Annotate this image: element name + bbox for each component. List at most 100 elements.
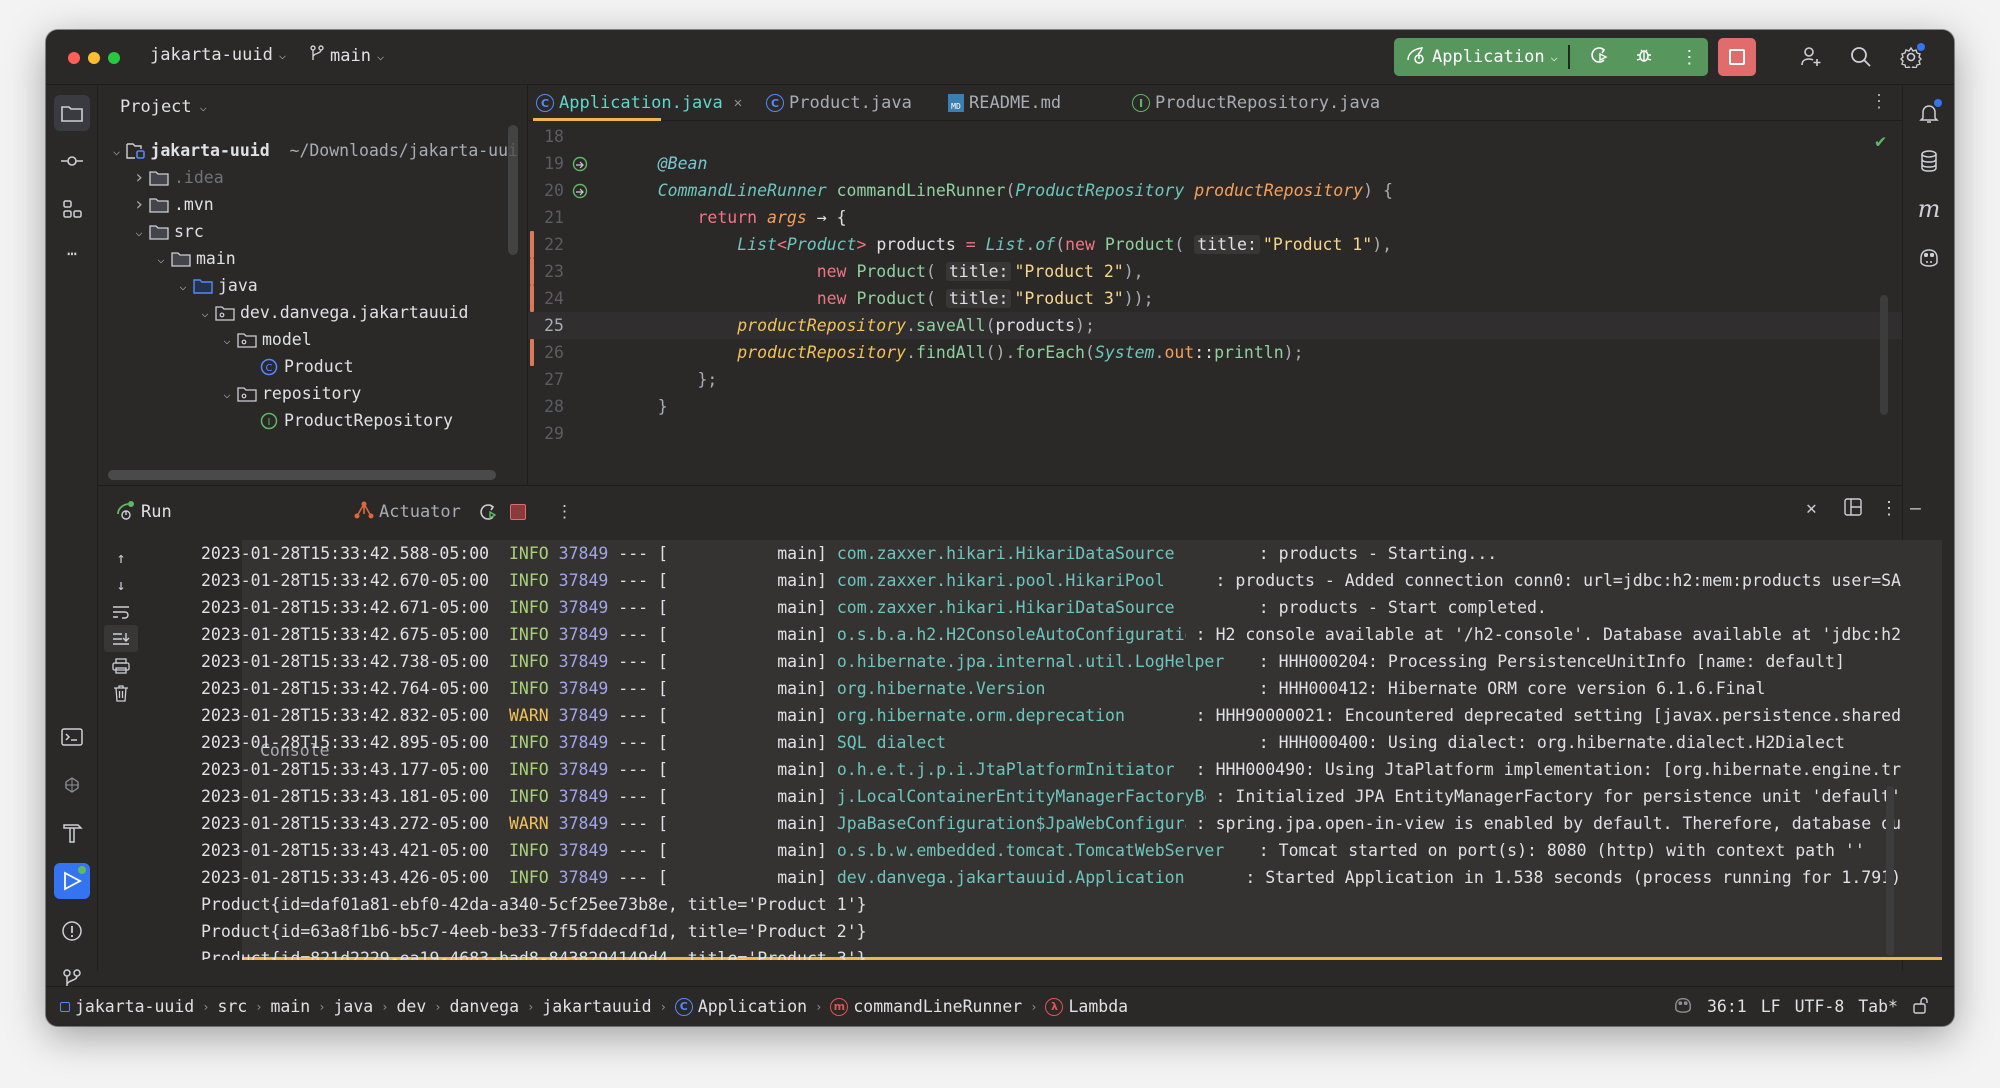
more-actions-button[interactable]: ⋮ <box>1671 47 1708 68</box>
lock-open-icon[interactable] <box>1912 996 1930 1018</box>
close-window-button[interactable] <box>68 52 80 64</box>
run-config-selector[interactable]: Application ⌵ <box>1394 46 1558 69</box>
stop-button[interactable] <box>510 486 526 538</box>
tab-actuator[interactable]: Actuator <box>354 486 461 538</box>
breadcrumb-item[interactable]: C Application <box>674 997 807 1016</box>
code-line[interactable]: 27 }; <box>528 366 1902 393</box>
breadcrumb-item[interactable]: danvega <box>450 997 520 1016</box>
code-line[interactable] <box>528 447 1902 457</box>
scroll-down-button[interactable]: ↓ <box>98 571 144 598</box>
database-tool-button[interactable] <box>1911 143 1947 179</box>
minimize-panel-button[interactable]: — <box>1910 498 1921 519</box>
code-line[interactable]: 20 CommandLineRunner commandLineRunner(P… <box>528 177 1902 204</box>
breadcrumb-item[interactable]: dev <box>396 997 426 1016</box>
change-marker[interactable] <box>530 258 534 285</box>
services-tool-button[interactable] <box>54 767 90 803</box>
copilot-tool-button[interactable] <box>1911 239 1947 275</box>
tab-product-java[interactable]: C Product.java <box>766 93 912 113</box>
run-tool-button[interactable] <box>54 863 90 899</box>
editor-scrollbar[interactable] <box>1880 295 1888 415</box>
add-user-button[interactable] <box>1796 42 1826 72</box>
stop-button[interactable] <box>1718 38 1756 76</box>
tree-item[interactable]: › .mvn <box>98 191 518 218</box>
chevron-right-icon[interactable]: › <box>130 167 148 188</box>
code-line[interactable]: 23 new Product( title: "Product 2"), <box>528 258 1902 285</box>
chevron-down-icon[interactable]: ⌵ <box>130 225 148 239</box>
more-tools-button[interactable]: ⋯ <box>54 235 90 271</box>
tree-item[interactable]: ⌵ java <box>98 272 518 299</box>
code-line[interactable]: 18 <box>528 123 1902 150</box>
settings-button[interactable] <box>1896 42 1926 72</box>
tree-item[interactable]: ⌵ main <box>98 245 518 272</box>
code-line[interactable]: 29 <box>528 420 1902 447</box>
code-line[interactable]: 26 productRepository.findAll().forEach(S… <box>528 339 1902 366</box>
copilot-status-icon[interactable] <box>1673 996 1693 1018</box>
chevron-down-icon[interactable]: ⌵ <box>174 279 192 293</box>
tree-item[interactable]: I ProductRepository <box>98 407 518 434</box>
chevron-down-icon[interactable]: ⌵ <box>218 387 236 401</box>
tab-productrepository-java[interactable]: I ProductRepository.java <box>1132 93 1380 113</box>
panel-options-button[interactable]: ⋮ <box>1880 498 1898 519</box>
inspection-ok-icon[interactable]: ✔ <box>1875 131 1886 152</box>
chevron-down-icon[interactable]: ⌵ <box>196 306 214 320</box>
tree-item[interactable]: ⌵ repository <box>98 380 518 407</box>
project-vertical-scrollbar[interactable] <box>508 125 518 255</box>
tree-item[interactable]: C Product <box>98 353 518 380</box>
code-line[interactable]: 25 productRepository.saveAll(products); <box>528 312 1902 339</box>
breadcrumb-item[interactable]: src <box>217 997 247 1016</box>
project-panel-header[interactable]: Project ⌵ <box>120 97 207 117</box>
file-encoding[interactable]: UTF-8 <box>1795 997 1845 1016</box>
code-line[interactable]: 28 } <box>528 393 1902 420</box>
indent-setting[interactable]: Tab* <box>1858 997 1898 1016</box>
minimize-window-button[interactable] <box>88 52 100 64</box>
close-panel-button[interactable]: ✕ <box>1806 498 1817 519</box>
breadcrumb-item[interactable]: m commandLineRunner <box>830 997 1022 1016</box>
project-switcher[interactable]: jakarta-uuid ⌵ <box>150 45 286 65</box>
close-tab-icon[interactable]: ✕ <box>734 95 742 111</box>
scroll-to-end-button[interactable] <box>104 625 138 652</box>
change-marker[interactable] <box>530 231 534 258</box>
code-line[interactable]: 21 return args → { <box>528 204 1902 231</box>
tree-item[interactable]: › .idea <box>98 164 518 191</box>
search-button[interactable] <box>1846 42 1876 72</box>
breadcrumb-item[interactable]: λ Lambda <box>1045 997 1128 1016</box>
breadcrumb-item[interactable]: jakartauuid <box>542 997 651 1016</box>
commit-tool-button[interactable] <box>54 143 90 179</box>
tree-item[interactable]: ⌵ src <box>98 218 518 245</box>
build-tool-button[interactable] <box>54 815 90 851</box>
rerun-button[interactable] <box>1580 45 1617 70</box>
run-options-button[interactable]: ⋮ <box>556 486 573 538</box>
chevron-down-icon[interactable]: ⌵ <box>218 333 236 347</box>
tab-readme-md[interactable]: MD README.md <box>948 93 1061 113</box>
chevron-down-icon[interactable]: ⌵ <box>152 252 170 266</box>
breadcrumb-item[interactable]: jakarta-uuid <box>60 997 194 1016</box>
print-button[interactable] <box>98 652 144 679</box>
debug-button[interactable] <box>1625 45 1662 70</box>
layout-button[interactable] <box>1844 498 1862 521</box>
problems-tool-button[interactable] <box>54 913 90 949</box>
caret-position[interactable]: 36:1 <box>1707 997 1747 1016</box>
tree-item[interactable]: ⌵ jakarta-uuid ~/Downloads/jakarta-uui <box>98 137 518 164</box>
branch-switcher[interactable]: main ⌵ <box>310 45 384 66</box>
tree-item[interactable]: ⌵ model <box>98 326 518 353</box>
tree-item[interactable]: ⌵ dev.danvega.jakartauuid <box>98 299 518 326</box>
scroll-up-button[interactable]: ↑ <box>98 544 144 571</box>
tab-run[interactable]: Run <box>116 486 172 538</box>
chevron-down-icon[interactable]: ⌵ <box>108 144 125 158</box>
line-ending[interactable]: LF <box>1761 997 1781 1016</box>
bean-icon[interactable] <box>568 183 608 199</box>
chevron-right-icon[interactable]: › <box>130 194 148 215</box>
project-horizontal-scrollbar[interactable] <box>108 470 496 480</box>
code-line[interactable]: 19 @Bean <box>528 150 1902 177</box>
soft-wrap-button[interactable] <box>98 598 144 625</box>
maven-tool-button[interactable]: m <box>1911 191 1947 227</box>
change-marker[interactable] <box>530 285 534 312</box>
structure-tool-button[interactable] <box>54 191 90 227</box>
clear-console-button[interactable] <box>98 679 144 706</box>
code-line[interactable]: 24 new Product( title: "Product 3")); <box>528 285 1902 312</box>
breadcrumb-item[interactable]: java <box>333 997 373 1016</box>
rerun-button[interactable] <box>478 486 498 538</box>
tab-application-java[interactable]: C Application.java ✕ <box>536 93 742 113</box>
notifications-button[interactable] <box>1911 95 1947 131</box>
console-output[interactable]: 2023-01-28T15:33:42.588-05:00 INFO 37849… <box>201 540 1901 960</box>
